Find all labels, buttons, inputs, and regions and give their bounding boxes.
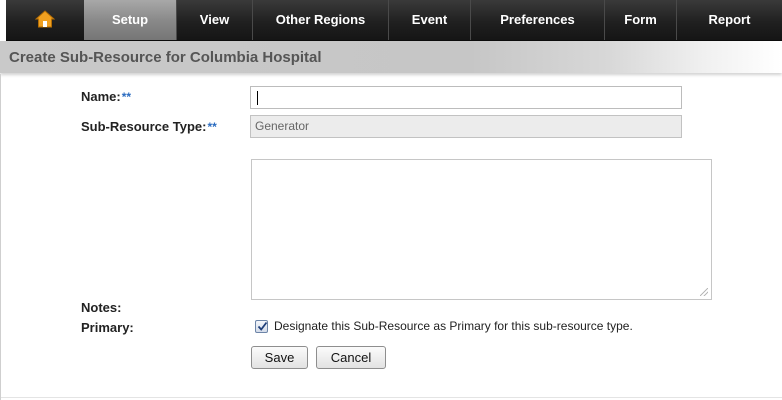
text-cursor bbox=[257, 91, 258, 105]
page-title-bar: Create Sub-Resource for Columbia Hospita… bbox=[0, 41, 782, 73]
sub-resource-type-field: Generator bbox=[250, 115, 682, 138]
nav-tab-form[interactable]: Form bbox=[604, 0, 676, 40]
checkmark-icon bbox=[257, 321, 268, 331]
nav-tab-other-regions[interactable]: Other Regions bbox=[252, 0, 388, 40]
home-icon[interactable] bbox=[6, 0, 84, 40]
notes-textarea[interactable] bbox=[251, 159, 712, 300]
notes-label: Notes: bbox=[81, 300, 122, 315]
primary-description: Designate this Sub-Resource as Primary f… bbox=[274, 319, 633, 333]
name-label-group: Name:** bbox=[81, 89, 131, 104]
name-label: Name: bbox=[81, 89, 121, 104]
nav-tab-event[interactable]: Event bbox=[388, 0, 470, 40]
resize-grip-icon[interactable] bbox=[700, 288, 708, 296]
nav-tab-setup[interactable]: Setup bbox=[84, 0, 176, 40]
required-marker: ** bbox=[207, 120, 217, 134]
name-input[interactable] bbox=[250, 86, 682, 109]
required-marker: ** bbox=[121, 90, 132, 104]
primary-label: Primary: bbox=[81, 320, 134, 335]
nav-tab-preferences[interactable]: Preferences bbox=[470, 0, 604, 40]
sub-resource-form: Name:** Sub-Resource Type:** Generator N… bbox=[0, 74, 782, 400]
sub-resource-type-label: Sub-Resource Type: bbox=[81, 119, 207, 134]
divider bbox=[1, 397, 782, 398]
type-label-group: Sub-Resource Type:** bbox=[81, 119, 217, 134]
cancel-button[interactable]: Cancel bbox=[316, 346, 386, 369]
nav-tab-report[interactable]: Report bbox=[676, 0, 782, 40]
page-title: Create Sub-Resource for Columbia Hospita… bbox=[9, 49, 322, 66]
main-nav-bar: Setup View Other Regions Event Preferenc… bbox=[6, 0, 782, 41]
primary-checkbox[interactable] bbox=[255, 320, 268, 333]
save-button[interactable]: Save bbox=[251, 346, 308, 369]
nav-tab-view[interactable]: View bbox=[176, 0, 252, 40]
